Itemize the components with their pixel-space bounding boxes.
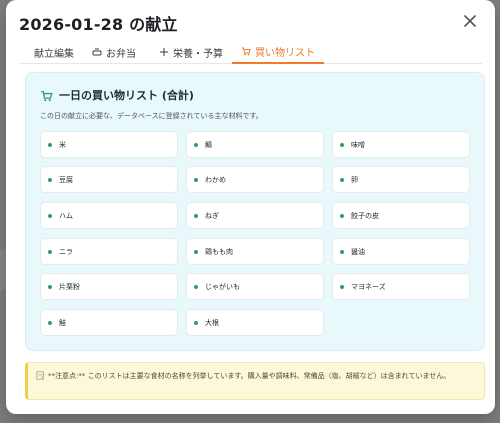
menu-detail-modal: 2026-01-28 の献立 献立編集 お弁当 栄養・予算 買い物リスト 一日の… bbox=[6, 0, 495, 414]
tab-shopping-list[interactable]: 買い物リスト bbox=[232, 40, 324, 64]
bullet-icon bbox=[340, 284, 344, 289]
shopping-list-title: 一日の買い物リスト (合計) bbox=[40, 87, 194, 103]
bullet-icon bbox=[340, 249, 344, 254]
cart-icon bbox=[41, 90, 53, 101]
ingredient-item: じゃがいも bbox=[186, 273, 324, 300]
bullet-icon bbox=[340, 177, 344, 182]
shopping-list-title-text: 一日の買い物リスト (合計) bbox=[59, 89, 194, 102]
bullet-icon bbox=[48, 320, 52, 325]
memo-icon bbox=[36, 371, 45, 380]
ingredient-item: 鶏もも肉 bbox=[186, 238, 324, 265]
tab-menu-edit[interactable]: 献立編集 bbox=[25, 40, 83, 64]
bullet-icon bbox=[48, 177, 52, 182]
bullet-icon bbox=[48, 284, 52, 289]
ingredient-item: ハム bbox=[40, 202, 178, 229]
modal-title: 2026-01-28 の献立 bbox=[19, 15, 178, 34]
tab-bento[interactable]: お弁当 bbox=[83, 40, 145, 64]
bullet-icon bbox=[340, 213, 344, 218]
bullet-icon bbox=[194, 213, 198, 218]
plus-icon bbox=[160, 48, 168, 56]
ingredient-item: わかめ bbox=[186, 166, 324, 193]
bullet-icon bbox=[340, 142, 344, 147]
bullet-icon bbox=[48, 249, 52, 254]
close-button[interactable] bbox=[461, 12, 479, 30]
tab-label: 献立編集 bbox=[34, 48, 74, 60]
shopping-list-description: この日の献立に必要な、データベースに登録されている主な材料です。 bbox=[40, 112, 263, 120]
notice-box: **注意点:** このリストは主要な食材の名称を列挙しています。購入量や調味料、… bbox=[25, 362, 485, 400]
ingredient-item: 餃子の皮 bbox=[332, 202, 470, 229]
bullet-icon bbox=[48, 213, 52, 218]
bullet-icon bbox=[194, 320, 198, 325]
ingredient-item: 大根 bbox=[186, 309, 324, 336]
ingredient-item: マヨネーズ bbox=[332, 273, 470, 300]
tab-nutrition-budget[interactable]: 栄養・予算 bbox=[150, 40, 232, 64]
close-icon bbox=[464, 15, 476, 27]
ingredient-item: 味噌 bbox=[332, 131, 470, 158]
ingredient-item: 卵 bbox=[332, 166, 470, 193]
bullet-icon bbox=[194, 177, 198, 182]
tab-bar: 献立編集 お弁当 栄養・予算 買い物リスト bbox=[19, 40, 482, 64]
ingredient-item: 豆腐 bbox=[40, 166, 178, 193]
bullet-icon bbox=[48, 142, 52, 147]
ingredient-item: 鮭 bbox=[40, 309, 178, 336]
bullet-icon bbox=[194, 249, 198, 254]
tab-label: 栄養・予算 bbox=[173, 48, 223, 60]
cart-icon bbox=[242, 47, 251, 56]
notice-text: **注意点:** このリストは主要な食材の名称を列挙しています。購入量や調味料、… bbox=[48, 372, 451, 380]
tab-label: お弁当 bbox=[106, 48, 136, 60]
bullet-icon bbox=[194, 284, 198, 289]
ingredient-item: 片栗粉 bbox=[40, 273, 178, 300]
bullet-icon bbox=[194, 142, 198, 147]
ingredient-item: ねぎ bbox=[186, 202, 324, 229]
ingredient-item: 鯖 bbox=[186, 131, 324, 158]
ingredient-item: 醤油 bbox=[332, 238, 470, 265]
ingredient-item: ニラ bbox=[40, 238, 178, 265]
tab-label: 買い物リスト bbox=[255, 47, 315, 59]
shopping-list-panel: 一日の買い物リスト (合計) この日の献立に必要な、データベースに登録されている… bbox=[25, 72, 485, 351]
bento-icon bbox=[92, 48, 102, 56]
ingredient-item: 米 bbox=[40, 131, 178, 158]
